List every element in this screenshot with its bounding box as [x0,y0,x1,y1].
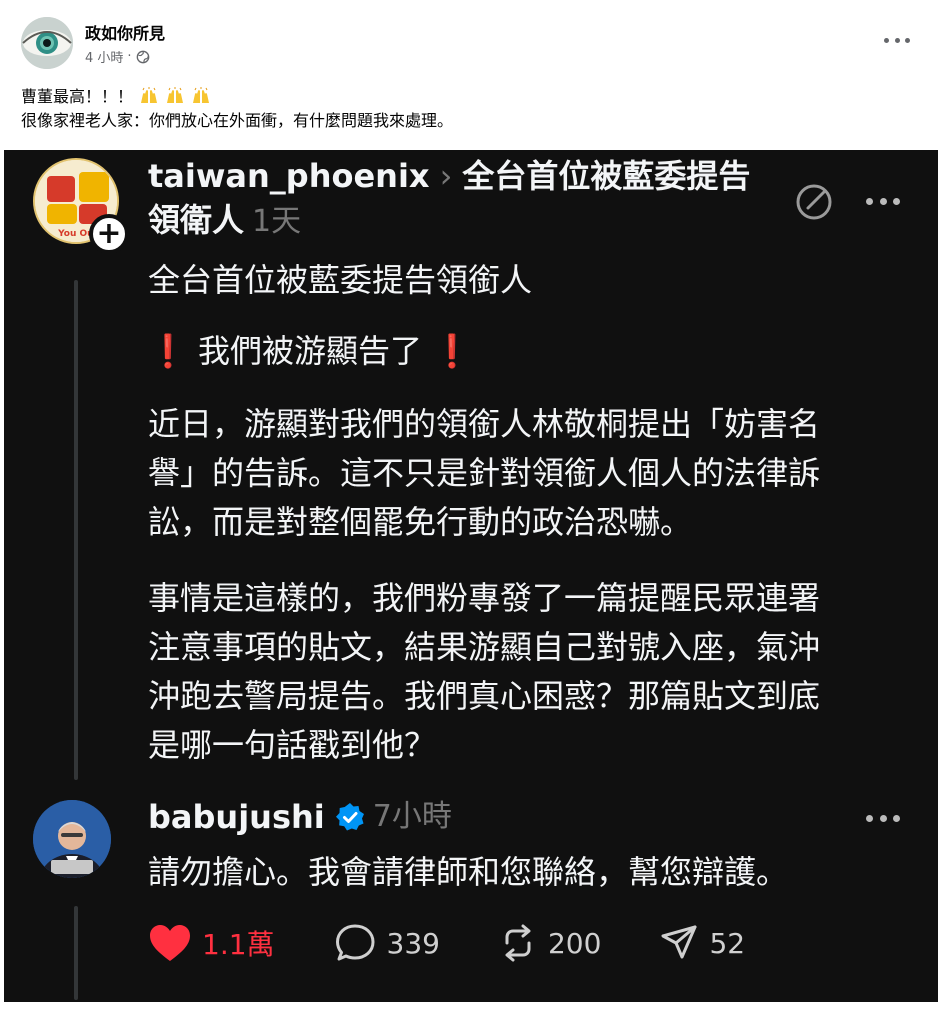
share-button[interactable]: 52 [659,923,745,963]
original-post-header: taiwan_phoenix › 全台首位被藍委提告領衛人 1天 [148,154,768,244]
raised-hands-icon [141,87,158,103]
post-meta: 4 小時 · [85,47,150,66]
compose-icon[interactable] [794,182,834,222]
chevron-right-icon: › [439,157,453,195]
thread-line [74,280,78,780]
repost-icon [505,924,531,962]
original-title: 全台首位被藍委提告領銜人 [148,261,533,299]
send-icon [661,925,697,959]
repost-count: 200 [547,926,602,960]
paragraph-2-line-4: 是哪一句話戳到他？ [148,726,437,764]
post-options-button[interactable] [884,30,910,50]
exclamation-icon: ❗ [148,332,188,370]
alert-line: ❗ 我們被游顯告了 ❗ [148,327,472,376]
paragraph-1-line-1: 近日，游顯對我們的領銜人林敬桐提出「妨害名 [148,405,821,443]
dot-icon [879,814,887,822]
post-text: 曹董最高！！！ 很像家裡老人家：你們放心在外面衝，有什麼問題我來處理。 [21,85,453,133]
reply-time: 7小時 [372,799,452,834]
heart-icon [150,925,190,961]
paragraph-2-line-2: 注意事項的貼文，結果游顯自己對號入座，氣沖 [148,628,821,666]
babujushi-avatar[interactable] [33,800,111,878]
post-time[interactable]: 4 小時 [85,47,123,66]
raised-hands-icon [193,87,210,103]
raised-hands-icon [167,87,184,103]
author-avatar[interactable] [21,17,73,69]
dot-icon [893,814,900,822]
globe-icon [136,50,149,63]
threads-screenshot[interactable]: You Out + taiwan_phoenix › 全台首位被藍委提告領衛人 1天 … [4,150,938,1002]
original-time: 1天 [252,204,302,239]
action-bar: 1.1萬 339 200 52 [148,920,745,966]
post-text-line-1: 曹董最高！！！ [21,87,134,106]
follow-plus-button[interactable]: + [89,214,129,254]
dot-icon [866,197,873,205]
reply-username[interactable]: babujushi [148,794,325,840]
verified-badge-icon [335,803,364,831]
comment-icon [335,924,375,961]
comment-count: 339 [386,926,440,960]
like-count: 1.1萬 [202,928,275,961]
dot-icon [894,37,900,43]
dot-icon [879,197,887,205]
post-text-line-2: 很像家裡老人家：你們放心在外面衝，有什麼問題我來處理。 [21,111,454,130]
repost-button[interactable]: 200 [498,923,601,963]
paragraph-1-line-3: 訟，而是對整個罷免行動的政治恐嚇。 [148,503,693,541]
original-username[interactable]: taiwan_phoenix [148,157,430,195]
dot-icon [884,37,889,43]
thread-line [74,906,78,1000]
author-name[interactable]: 政如你所見 [85,20,165,44]
dot-icon [905,37,910,43]
meta-dot: · [127,49,132,64]
reply-options-button[interactable] [866,812,900,824]
dot-icon [893,197,900,205]
reply-text: 請勿擔心。我會請律師和您聯絡，幫您辯護。 [148,853,789,891]
reply-header: babujushi 7小時 [148,794,452,840]
post-header: 政如你所見 4 小時 · [0,0,938,80]
dot-icon [866,814,873,822]
comment-button[interactable]: 339 [335,923,440,963]
paragraph-2-line-3: 沖跑去警局提告。我們真心困惑？那篇貼文到底 [148,677,821,715]
like-button[interactable]: 1.1萬 [148,923,275,963]
exclamation-icon: ❗ [432,332,473,370]
share-count: 52 [709,926,746,960]
alert-text: 我們被游顯告了 [198,332,423,370]
paragraph-1-line-2: 譽」的告訴。這不只是針對領銜人個人的法律訴 [148,454,821,492]
original-options-button[interactable] [866,195,900,207]
paragraph-2-line-1: 事情是這樣的，我們粉專發了一篇提醒民眾連署 [148,579,821,617]
